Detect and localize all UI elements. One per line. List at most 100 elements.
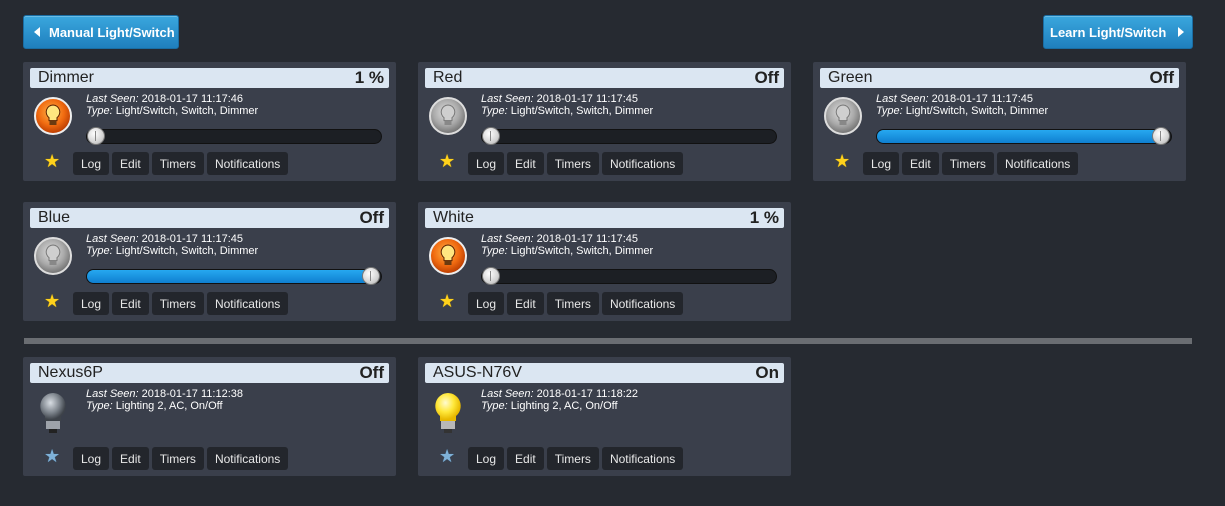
slider-handle[interactable] <box>362 267 381 285</box>
last-seen-value: 2018-01-17 11:17:45 <box>931 93 1033 105</box>
type-value: Lighting 2, AC, On/Off <box>510 400 618 412</box>
device-actions: Log Edit Timers Notifications <box>73 447 289 470</box>
notifications-button[interactable]: Notifications <box>206 292 289 315</box>
log-button[interactable]: Log <box>73 292 110 315</box>
favorite-star-icon[interactable]: ★ <box>834 152 850 170</box>
device-actions: Log Edit Timers Notifications <box>863 152 1079 175</box>
device-status: Off <box>359 208 384 227</box>
device-actions: Log Edit Timers Notifications <box>468 152 684 175</box>
last-seen-label: Last Seen: <box>86 93 139 105</box>
device-status: On <box>755 363 779 382</box>
device-title-bar: Red Off <box>425 68 784 88</box>
timers-button[interactable]: Timers <box>151 152 204 175</box>
type-label: Type: <box>481 245 508 257</box>
lightbulb-on-icon[interactable] <box>428 391 468 433</box>
favorite-star-icon[interactable]: ★ <box>44 292 60 310</box>
notifications-button[interactable]: Notifications <box>601 292 684 315</box>
chevron-right-icon <box>1178 27 1185 37</box>
log-button[interactable]: Log <box>468 292 505 315</box>
dimmer-slider[interactable] <box>481 267 777 285</box>
manual-light-switch-button[interactable]: Manual Light/Switch <box>23 15 179 49</box>
notifications-button[interactable]: Notifications <box>206 152 289 175</box>
device-actions: Log Edit Timers Notifications <box>468 447 684 470</box>
device-status: 1 % <box>354 68 384 87</box>
edit-button[interactable]: Edit <box>507 447 544 470</box>
notifications-button[interactable]: Notifications <box>206 447 289 470</box>
timers-button[interactable]: Timers <box>151 292 204 315</box>
log-button[interactable]: Log <box>73 447 110 470</box>
section-divider <box>24 338 1192 344</box>
last-seen-label: Last Seen: <box>481 233 534 245</box>
learn-light-switch-button[interactable]: Learn Light/Switch <box>1043 15 1193 49</box>
device-title-bar: Green Off <box>820 68 1179 88</box>
type-label: Type: <box>86 400 113 412</box>
device-name: Dimmer <box>38 69 94 86</box>
last-seen-label: Last Seen: <box>876 93 929 105</box>
favorite-star-icon[interactable]: ★ <box>44 447 60 465</box>
favorite-star-icon[interactable]: ★ <box>439 447 455 465</box>
type-label: Type: <box>481 400 508 412</box>
device-name: Green <box>828 69 873 86</box>
learn-light-switch-label: Learn Light/Switch <box>1050 24 1167 40</box>
bulb-off-icon[interactable] <box>823 96 863 136</box>
device-card: Blue Off Last Seen: 2018-01-17 11:17:45 Typ… <box>23 202 396 321</box>
notifications-button[interactable]: Notifications <box>601 447 684 470</box>
dimmer-slider[interactable] <box>481 127 777 145</box>
timers-button[interactable]: Timers <box>546 292 599 315</box>
edit-button[interactable]: Edit <box>507 292 544 315</box>
type-value: Light/Switch, Switch, Dimmer <box>115 245 259 257</box>
bulb-on-icon[interactable] <box>33 96 73 136</box>
device-status: Off <box>359 363 384 382</box>
slider-handle[interactable] <box>87 127 105 145</box>
device-info: Last Seen: 2018-01-17 11:17:46 Type: Ligh… <box>86 93 258 117</box>
timers-button[interactable]: Timers <box>151 447 204 470</box>
timers-button[interactable]: Timers <box>941 152 994 175</box>
last-seen-label: Last Seen: <box>481 93 534 105</box>
notifications-button[interactable]: Notifications <box>996 152 1079 175</box>
log-button[interactable]: Log <box>468 447 505 470</box>
type-value: Light/Switch, Switch, Dimmer <box>510 105 654 117</box>
slider-fill <box>877 130 1166 143</box>
favorite-star-icon[interactable]: ★ <box>44 152 60 170</box>
log-button[interactable]: Log <box>863 152 900 175</box>
favorite-star-icon[interactable]: ★ <box>439 292 455 310</box>
favorite-star-icon[interactable]: ★ <box>439 152 455 170</box>
edit-button[interactable]: Edit <box>112 152 149 175</box>
slider-handle[interactable] <box>482 127 500 145</box>
bulb-off-icon[interactable] <box>33 236 73 276</box>
log-button[interactable]: Log <box>73 152 110 175</box>
edit-button[interactable]: Edit <box>112 447 149 470</box>
edit-button[interactable]: Edit <box>112 292 149 315</box>
type-label: Type: <box>86 105 113 117</box>
slider-handle[interactable] <box>1152 127 1171 145</box>
edit-button[interactable]: Edit <box>507 152 544 175</box>
device-status: Off <box>754 68 779 87</box>
device-actions: Log Edit Timers Notifications <box>73 292 289 315</box>
notifications-button[interactable]: Notifications <box>601 152 684 175</box>
device-title-bar: Blue Off <box>30 208 389 228</box>
device-name: Red <box>433 69 463 86</box>
dimmer-slider[interactable] <box>86 127 382 145</box>
edit-button[interactable]: Edit <box>902 152 939 175</box>
bulb-on-icon[interactable] <box>428 236 468 276</box>
type-label: Type: <box>86 245 113 257</box>
lightbulb-off-icon[interactable] <box>33 391 73 433</box>
slider-handle[interactable] <box>482 267 500 285</box>
last-seen-label: Last Seen: <box>481 388 534 400</box>
log-button[interactable]: Log <box>468 152 505 175</box>
device-name: Blue <box>38 209 71 226</box>
last-seen-value: 2018-01-17 11:17:45 <box>536 93 638 105</box>
device-card: Nexus6P Off Last Seen: 2018-01-17 11:12:38… <box>23 357 396 476</box>
device-status: 1 % <box>749 208 779 227</box>
timers-button[interactable]: Timers <box>546 152 599 175</box>
device-card: Dimmer 1 % Last Seen: 2018-01-17 11:17:46 T… <box>23 62 396 181</box>
device-info: Last Seen: 2018-01-17 11:17:45 Type: Ligh… <box>86 233 258 257</box>
device-title-bar: White 1 % <box>425 208 784 228</box>
device-info: Last Seen: 2018-01-17 11:12:38 Type: Ligh… <box>86 388 243 412</box>
slider-fill <box>87 270 376 283</box>
timers-button[interactable]: Timers <box>546 447 599 470</box>
dimmer-slider[interactable] <box>876 127 1172 145</box>
bulb-off-icon[interactable] <box>428 96 468 136</box>
device-card: Green Off Last Seen: 2018-01-17 11:17:45 Ty… <box>813 62 1186 181</box>
dimmer-slider[interactable] <box>86 267 382 285</box>
